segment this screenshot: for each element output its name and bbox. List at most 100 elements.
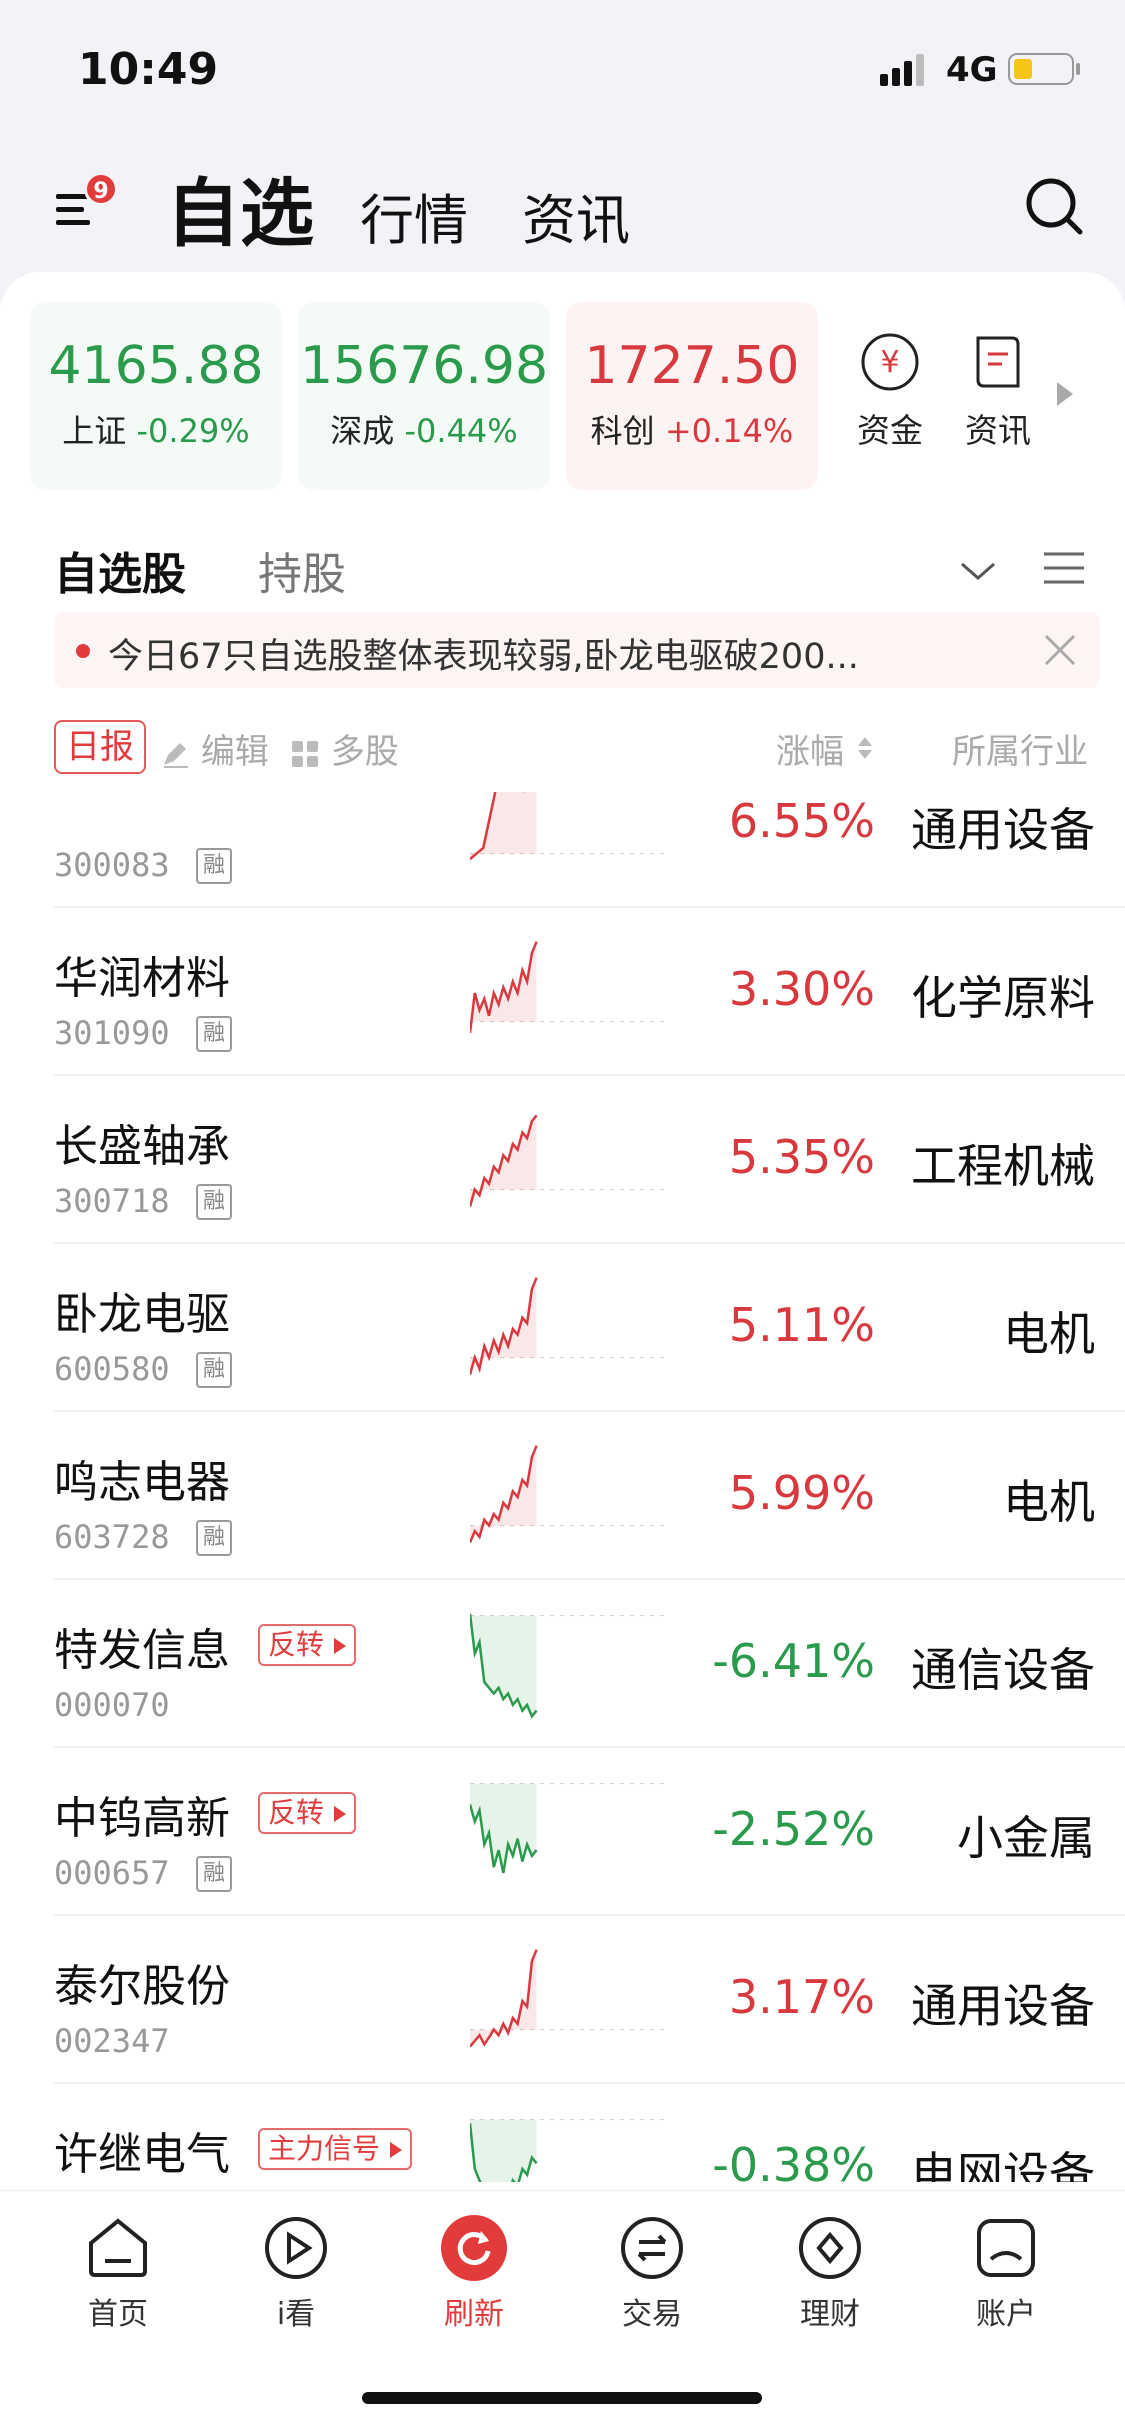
change-header-label: 涨幅 bbox=[776, 732, 844, 772]
daily-report-tag[interactable]: 日报 bbox=[54, 720, 146, 774]
tab-news[interactable]: 资讯 bbox=[522, 176, 630, 255]
margin-trading-badge: 融 bbox=[196, 1184, 232, 1220]
change-percent: 6.55% bbox=[728, 794, 875, 848]
chevron-down-icon[interactable] bbox=[958, 556, 998, 586]
signal-tag-label: 反转 bbox=[268, 1796, 325, 1829]
home-indicator bbox=[362, 2392, 762, 2404]
news-label: 资讯 bbox=[965, 411, 1031, 450]
top-navigation: 9 自选 行情 资讯 bbox=[0, 150, 1125, 270]
stock-row[interactable]: 长盛轴承 300718 融 5.35% 工程机械 bbox=[0, 1076, 1125, 1244]
stock-name: 华润材料 bbox=[54, 953, 230, 1004]
list-toolbar: 日报 编辑 多股 涨幅 所属行业 bbox=[0, 712, 1125, 782]
stock-row[interactable]: 鸣志电器 603728 融 5.99% 电机 bbox=[0, 1412, 1125, 1580]
stock-row[interactable]: 许继电气000400融主力信号-0.38%电网设备 bbox=[0, 2084, 1125, 2182]
pencil-icon bbox=[164, 742, 188, 768]
yuan-circle-icon: ¥ bbox=[861, 333, 919, 391]
play-arrow-icon bbox=[334, 1638, 347, 1654]
index-name: 深成 bbox=[330, 412, 395, 450]
home-icon bbox=[89, 2218, 147, 2277]
stock-name: 长盛轴承 bbox=[54, 1121, 230, 1172]
change-percent: -0.38% bbox=[712, 2138, 875, 2182]
stock-row[interactable]: 卧龙电驱 600580 融 5.11% 电机 bbox=[0, 1244, 1125, 1412]
industry-label: 通用设备 bbox=[911, 1979, 1095, 2033]
industry-label: 通用设备 bbox=[911, 803, 1095, 857]
tab-watchlist-stocks[interactable]: 自选股 bbox=[54, 538, 186, 602]
edit-button[interactable]: 编辑 bbox=[160, 724, 269, 773]
edit-label: 编辑 bbox=[200, 732, 269, 772]
tab-market[interactable]: 行情 bbox=[360, 176, 468, 255]
tab-refresh-label: 刷新 bbox=[444, 2297, 504, 2332]
tab-home[interactable]: 首页 bbox=[58, 2213, 178, 2333]
signal-tag-label: 反转 bbox=[268, 1628, 325, 1661]
close-icon[interactable] bbox=[1040, 630, 1080, 670]
tab-trade[interactable]: 交易 bbox=[592, 2213, 712, 2333]
stock-row[interactable]: 特发信息 000070 反转 -6.41% 通信设备 bbox=[0, 1580, 1125, 1748]
account-icon bbox=[977, 2219, 1035, 2277]
sparkline-chart bbox=[470, 1949, 666, 2048]
tab-ikan[interactable]: i看 bbox=[236, 2213, 356, 2333]
tab-wealth-label: 理财 bbox=[800, 2297, 860, 2332]
list-settings-icon[interactable] bbox=[1042, 548, 1086, 588]
stock-name: 卧龙电驱 bbox=[54, 1289, 230, 1340]
stock-code: 600580 bbox=[54, 1350, 170, 1388]
notice-text: 今日67只自选股整体表现较弱,卧龙电驱破200... bbox=[108, 637, 859, 677]
stock-list: 300083 融 6.55% 通用设备 华润材料 301090 融 3.30% 化学原料 长盛轴承… bbox=[0, 792, 1125, 2182]
change-percent: -6.41% bbox=[712, 1634, 875, 1688]
tab-holdings[interactable]: 持股 bbox=[258, 538, 346, 602]
change-sort-header[interactable]: 涨幅 bbox=[776, 724, 875, 773]
funds-label: 资金 bbox=[857, 411, 923, 450]
tab-account-label: 账户 bbox=[976, 2297, 1036, 2332]
margin-trading-badge: 融 bbox=[196, 1520, 232, 1556]
signal-icon bbox=[880, 54, 924, 86]
tab-trade-label: 交易 bbox=[622, 2297, 682, 2332]
industry-label: 小金属 bbox=[957, 1811, 1095, 1865]
industry-label: 通信设备 bbox=[911, 1643, 1095, 1697]
tab-refresh[interactable]: 刷新 bbox=[414, 2213, 534, 2333]
margin-trading-badge: 融 bbox=[196, 1016, 232, 1052]
signal-tag[interactable]: 主力信号 bbox=[258, 2128, 413, 2170]
notice-banner[interactable]: 今日67只自选股整体表现较弱,卧龙电驱破200... bbox=[54, 612, 1100, 688]
main-card: 4165.88 上证 -0.29% 15676.98 深成 -0.44% 172… bbox=[0, 272, 1125, 2436]
sparkline-area bbox=[470, 1277, 537, 1375]
stock-row[interactable]: 300083 融 6.55% 通用设备 bbox=[0, 792, 1125, 908]
stock-name: 特发信息 bbox=[54, 1625, 230, 1676]
stock-code: 002347 bbox=[54, 2022, 170, 2060]
network-label: 4G bbox=[946, 50, 998, 90]
tab-watchlist[interactable]: 自选 bbox=[166, 154, 314, 261]
tab-wealth[interactable]: 理财 bbox=[770, 2213, 890, 2333]
index-name: 科创 bbox=[590, 412, 655, 450]
industry-label: 电网设备 bbox=[911, 2147, 1095, 2182]
news-doc-icon bbox=[976, 336, 1020, 388]
sparkline-chart bbox=[470, 2119, 666, 2182]
sparkline-chart bbox=[470, 1445, 666, 1544]
scroll-right-arrow-icon[interactable] bbox=[1055, 380, 1075, 408]
industry-header[interactable]: 所属行业 bbox=[952, 724, 1088, 773]
tab-account[interactable]: 账户 bbox=[946, 2213, 1066, 2333]
index-shanghai[interactable]: 4165.88 上证 -0.29% bbox=[30, 302, 282, 490]
news-button[interactable]: 资讯 bbox=[948, 332, 1048, 452]
sparkline-area bbox=[470, 1783, 537, 1873]
search-icon[interactable] bbox=[1020, 172, 1090, 242]
index-value: 15676.98 bbox=[299, 336, 549, 396]
industry-label: 电机 bbox=[1003, 1475, 1095, 1529]
index-shenzhen[interactable]: 15676.98 深成 -0.44% bbox=[298, 302, 550, 490]
index-star[interactable]: 1727.50 科创 +0.14% bbox=[566, 302, 818, 490]
funds-button[interactable]: ¥ 资金 bbox=[840, 332, 940, 452]
stock-name: 许继电气 bbox=[54, 2129, 230, 2180]
signal-tag[interactable]: 反转 bbox=[258, 1624, 357, 1666]
svg-text:¥: ¥ bbox=[880, 345, 899, 380]
grid-icon bbox=[292, 740, 318, 767]
stock-row[interactable]: 泰尔股份 002347 3.17% 通用设备 bbox=[0, 1916, 1125, 2084]
status-bar: 10:49 4G bbox=[0, 0, 1125, 140]
industry-label: 工程机械 bbox=[911, 1139, 1095, 1193]
battery-icon bbox=[1008, 53, 1080, 85]
sparkline-chart bbox=[470, 1783, 666, 1874]
stock-row[interactable]: 中钨高新 000657 融 反转 -2.52% 小金属 bbox=[0, 1748, 1125, 1916]
trade-icon bbox=[621, 2217, 683, 2279]
change-percent: 5.99% bbox=[728, 1466, 875, 1520]
multi-stock-button[interactable]: 多股 bbox=[290, 724, 399, 773]
signal-tag[interactable]: 反转 bbox=[258, 1792, 357, 1834]
stock-row[interactable]: 华润材料 301090 融 3.30% 化学原料 bbox=[0, 908, 1125, 1076]
sparkline-chart bbox=[470, 1613, 666, 1719]
change-percent: 3.17% bbox=[728, 1970, 875, 2024]
